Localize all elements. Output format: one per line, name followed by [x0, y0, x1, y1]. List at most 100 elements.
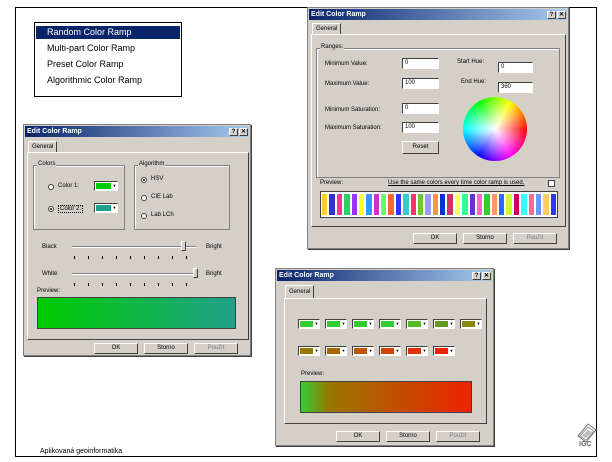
ok-button[interactable]: OK — [413, 233, 457, 244]
menu-item-algorithmic[interactable]: Algorithmic Color Ramp — [36, 74, 180, 87]
white-slider-track[interactable] — [72, 273, 196, 275]
menu-item-multipart[interactable]: Multi-part Color Ramp — [36, 42, 180, 55]
menu-item-preset[interactable]: Preset Color Ramp — [36, 58, 180, 71]
dropdown-arrow-icon: ▼ — [395, 321, 400, 326]
close-icon[interactable]: ✕ — [239, 128, 248, 136]
igc-logo-text: IGC — [579, 441, 592, 448]
preset-preview-strip — [300, 381, 472, 413]
ok-button[interactable]: OK — [336, 431, 380, 442]
help-icon[interactable]: ? — [547, 11, 556, 19]
preview-color-band — [388, 194, 394, 215]
preview-color-band — [417, 194, 424, 215]
algorithm-lablch-radio[interactable] — [141, 213, 147, 219]
preview-color-band — [410, 194, 416, 215]
preset-color-swatch — [462, 321, 475, 327]
preview-color-band — [506, 194, 512, 215]
close-icon[interactable]: ✕ — [482, 272, 491, 280]
preview-color-band — [513, 194, 520, 215]
preset-color-swatch — [381, 321, 394, 327]
random-preview-strip — [320, 191, 558, 218]
tab-general[interactable]: General — [285, 285, 315, 299]
preset-color-picker[interactable]: ▼ — [460, 319, 482, 329]
preset-color-swatch — [381, 348, 394, 354]
black-slider-thumb[interactable] — [180, 241, 186, 251]
apply-button[interactable]: Použít — [194, 343, 238, 354]
preset-color-picker[interactable]: ▼ — [406, 346, 428, 356]
dropdown-arrow-icon: ▼ — [449, 321, 454, 326]
color-wheel-icon — [463, 97, 527, 161]
preview-color-band — [351, 194, 357, 215]
help-icon[interactable]: ? — [472, 272, 481, 280]
preset-color-picker[interactable]: ▼ — [433, 319, 455, 329]
preset-colors-row-2: ▼ ▼ ▼ ▼ ▼ ▼ — [298, 346, 488, 358]
algorithm-cielab-radio[interactable] — [141, 195, 147, 201]
reset-button[interactable]: Reset — [402, 141, 439, 154]
close-icon[interactable]: ✕ — [557, 11, 566, 19]
preset-color-picker[interactable]: ▼ — [352, 319, 374, 329]
preset-color-picker[interactable]: ▼ — [352, 346, 374, 356]
color2-swatch — [96, 205, 111, 211]
preview-color-band — [336, 194, 343, 215]
dropdown-arrow-icon: ▼ — [112, 183, 117, 188]
ok-button[interactable]: OK — [94, 343, 138, 354]
end-hue-label: End Hue: — [461, 79, 487, 85]
preview-color-band — [322, 194, 328, 215]
preset-color-picker[interactable]: ▼ — [325, 346, 347, 356]
white-slider-thumb[interactable] — [193, 268, 198, 278]
preset-color-picker[interactable]: ▼ — [298, 319, 320, 329]
black-slider-ticks — [74, 256, 196, 259]
help-icon[interactable]: ? — [229, 128, 238, 136]
preview-color-band — [491, 194, 497, 215]
preview-color-band — [499, 194, 505, 215]
same-colors-checkbox[interactable] — [548, 180, 555, 187]
color1-picker[interactable]: ▼ — [94, 181, 118, 191]
black-slider-track[interactable] — [72, 246, 196, 248]
max-value-field[interactable]: 100 — [402, 78, 439, 89]
cancel-button[interactable]: Storno — [463, 233, 507, 244]
preview-label: Preview: — [320, 180, 344, 186]
min-saturation-field[interactable]: 0 — [402, 103, 439, 114]
color2-label: Color 2: — [58, 205, 84, 213]
start-hue-field[interactable]: 0 — [498, 62, 533, 73]
preset-color-picker[interactable]: ▼ — [406, 319, 428, 329]
preset-color-swatch — [408, 321, 421, 327]
preset-color-picker[interactable]: ▼ — [298, 346, 320, 356]
preview-color-band — [447, 194, 453, 215]
color2-radio[interactable] — [48, 206, 54, 212]
menu-item-random[interactable]: Random Color Ramp — [36, 26, 180, 39]
algorithmic-ramp-dialog: Edit Color Ramp ? ✕ General Colors Color… — [23, 124, 251, 356]
cancel-button[interactable]: Storno — [144, 343, 188, 354]
max-saturation-field[interactable]: 100 — [402, 122, 439, 133]
random-ramp-dialog: Edit Color Ramp ? ✕ General Ranges: Mini… — [307, 7, 569, 249]
dropdown-arrow-icon: ▼ — [314, 348, 319, 353]
preview-label: Preview: — [301, 371, 325, 377]
preview-color-band — [381, 194, 387, 215]
apply-button[interactable]: Použít — [513, 233, 557, 244]
color1-radio[interactable] — [48, 184, 54, 190]
preset-color-picker[interactable]: ▼ — [433, 346, 455, 356]
cancel-button[interactable]: Storno — [386, 431, 430, 442]
min-value-field[interactable]: 0 — [402, 58, 439, 69]
preview-color-band — [358, 194, 365, 215]
dropdown-arrow-icon: ▼ — [368, 321, 373, 326]
max-value-label: Maximum Value: — [325, 81, 370, 87]
algorithm-hsv-radio[interactable] — [141, 177, 147, 183]
igc-logo-icon: IGC — [576, 420, 598, 450]
algorithm-lablch-label: Lab LCh — [151, 212, 174, 218]
white-label: White — [42, 271, 58, 277]
preset-color-swatch — [300, 348, 313, 354]
preview-color-band — [484, 194, 490, 215]
dialog-titlebar: Edit Color Ramp ? ✕ — [25, 126, 249, 137]
end-hue-field[interactable]: 360 — [498, 82, 533, 93]
preview-color-band — [462, 194, 468, 215]
preset-color-picker[interactable]: ▼ — [379, 346, 401, 356]
preview-color-band — [432, 194, 438, 215]
color2-picker[interactable]: ▼ — [94, 203, 118, 213]
preset-color-picker[interactable]: ▼ — [379, 319, 401, 329]
preset-color-swatch — [327, 348, 340, 354]
apply-button[interactable]: Použít — [436, 431, 480, 442]
dropdown-arrow-icon: ▼ — [449, 348, 454, 353]
preset-color-picker[interactable]: ▼ — [325, 319, 347, 329]
preview-color-band — [425, 194, 431, 215]
preview-color-band — [366, 194, 372, 215]
